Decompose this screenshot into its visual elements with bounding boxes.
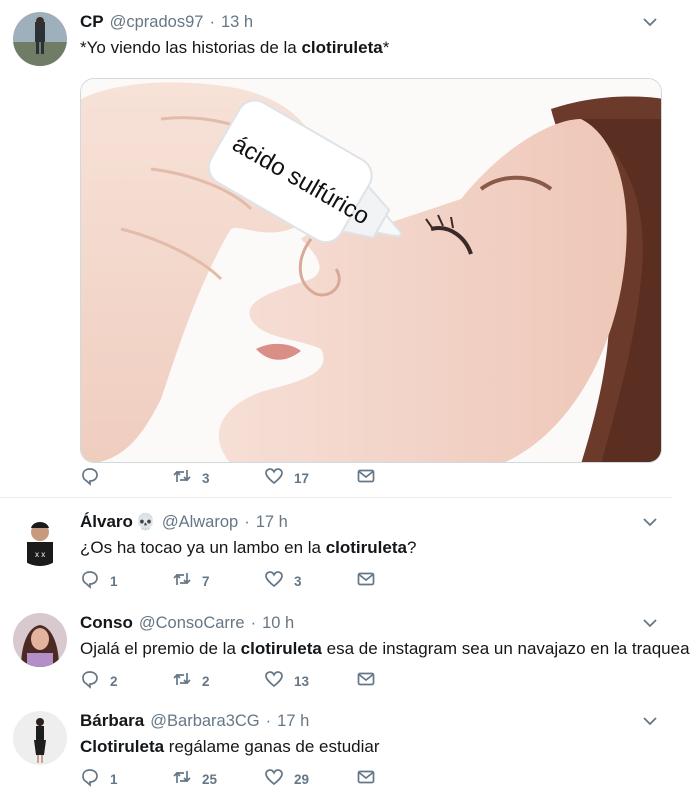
retweet-icon	[172, 767, 192, 792]
tweet-media-image[interactable]: ácido sulfúrico	[80, 78, 662, 463]
user-name[interactable]: CP	[80, 12, 104, 32]
user-handle[interactable]: @cprados97	[110, 13, 204, 32]
separator-dot: ·	[250, 614, 257, 632]
tweet-actions: 3 17	[80, 467, 400, 489]
chevron-down-icon[interactable]	[642, 615, 658, 631]
reply-icon	[80, 669, 100, 694]
timestamp[interactable]: 10 h	[262, 614, 294, 633]
message-button[interactable]	[356, 670, 376, 692]
text-part: ¿Os ha tocao ya un lambo en la	[80, 538, 326, 557]
tweet-barbara: Bárbara @Barbara3CG · 17 h Clotiruleta r…	[0, 711, 672, 791]
reply-count: 1	[110, 573, 118, 589]
reply-icon	[80, 569, 100, 594]
text-part: *	[382, 38, 390, 57]
retweet-count: 3	[202, 470, 210, 486]
heart-icon	[264, 569, 284, 594]
user-name[interactable]: Conso	[80, 613, 133, 633]
chevron-down-icon[interactable]	[642, 514, 658, 530]
user-name[interactable]: Bárbara	[80, 711, 144, 731]
retweet-count: 2	[202, 673, 210, 689]
tweet-cp: CP @cprados97 · 13 h *Yo viendo las hist…	[0, 12, 672, 492]
heart-icon	[264, 669, 284, 694]
timestamp[interactable]: 17 h	[256, 513, 288, 532]
timestamp[interactable]: 13 h	[221, 13, 253, 32]
envelope-icon	[356, 669, 376, 694]
user-name[interactable]: Álvaro	[80, 512, 133, 532]
message-button[interactable]	[356, 467, 376, 489]
user-handle[interactable]: @Barbara3CG	[150, 712, 259, 731]
tweet-header: Bárbara @Barbara3CG · 17 h	[80, 711, 309, 735]
avatar[interactable]	[13, 613, 67, 667]
tweet-text: ¿Os ha tocao ya un lambo en la clotirule…	[80, 538, 416, 558]
like-button[interactable]: 13	[264, 670, 309, 692]
avatar[interactable]	[13, 711, 67, 765]
reply-icon	[80, 466, 100, 491]
message-button[interactable]	[356, 570, 376, 592]
like-count: 3	[294, 573, 302, 589]
avatar[interactable]	[13, 12, 67, 66]
tweet-header: Conso @ConsoCarre · 10 h	[80, 613, 294, 637]
reply-button[interactable]: 1	[80, 570, 118, 592]
highlighted-keyword[interactable]: Clotiruleta	[80, 737, 164, 756]
reply-icon	[80, 767, 100, 792]
retweet-button[interactable]: 3	[172, 467, 210, 489]
envelope-icon	[356, 569, 376, 594]
like-button[interactable]: 17	[264, 467, 309, 489]
like-count: 29	[294, 771, 310, 787]
retweet-button[interactable]: 2	[172, 670, 210, 692]
text-part: regálame ganas de estudiar	[164, 737, 380, 756]
tweet-actions: 1 25 29	[80, 768, 400, 790]
chevron-down-icon[interactable]	[642, 14, 658, 30]
reply-button[interactable]: 2	[80, 670, 118, 692]
tweet-text: *Yo viendo las historias de la clotirule…	[80, 38, 389, 58]
like-button[interactable]: 3	[264, 570, 302, 592]
divider	[0, 497, 672, 498]
text-part: ?	[406, 538, 417, 557]
like-count: 17	[294, 470, 310, 486]
like-button[interactable]: 29	[264, 768, 309, 790]
highlighted-keyword[interactable]: clotiruleta	[326, 538, 407, 557]
retweet-icon	[172, 466, 192, 491]
skull-icon: 💀	[135, 514, 156, 531]
retweet-count: 7	[202, 573, 210, 589]
heart-icon	[264, 466, 284, 491]
text-part: *Yo viendo las historias de la	[80, 38, 302, 57]
like-count: 13	[294, 673, 310, 689]
tweet-header: Álvaro 💀 @Alwarop · 17 h	[80, 512, 288, 536]
timestamp[interactable]: 17 h	[277, 712, 309, 731]
envelope-icon	[356, 466, 376, 491]
separator-dot: ·	[244, 513, 250, 531]
highlighted-keyword[interactable]: clotiruleta	[241, 639, 322, 658]
envelope-icon	[356, 767, 376, 792]
user-handle[interactable]: @ConsoCarre	[139, 614, 245, 633]
reply-count: 1	[110, 771, 118, 787]
tweet-text: Ojalá el premio de la clotiruleta esa de…	[80, 639, 690, 659]
reply-button[interactable]: 1	[80, 768, 118, 790]
user-handle[interactable]: @Alwarop	[162, 513, 238, 532]
text-part: esa de instagram sea un navajazo en la t…	[321, 639, 690, 658]
tweet-conso: Conso @ConsoCarre · 10 h Ojalá el premio…	[0, 613, 690, 693]
separator-dot: ·	[209, 13, 215, 31]
reply-count: 2	[110, 673, 118, 689]
reply-button[interactable]	[80, 467, 100, 489]
svg-text:x x: x x	[35, 550, 45, 559]
avatar[interactable]: x x	[13, 512, 67, 566]
tweet-actions: 1 7 3	[80, 570, 400, 592]
retweet-button[interactable]: 7	[172, 570, 210, 592]
heart-icon	[264, 767, 284, 792]
chevron-down-icon[interactable]	[642, 713, 658, 729]
retweet-icon	[172, 669, 192, 694]
message-button[interactable]	[356, 768, 376, 790]
tweet-text: Clotiruleta regálame ganas de estudiar	[80, 737, 380, 757]
separator-dot: ·	[265, 712, 272, 730]
retweet-icon	[172, 569, 192, 594]
tweet-alvaro: x x Álvaro 💀 @Alwarop · 17 h ¿Os ha toca…	[0, 512, 672, 592]
tweet-actions: 2 2 13	[80, 670, 400, 692]
retweet-button[interactable]: 25	[172, 768, 217, 790]
tweet-header: CP @cprados97 · 13 h	[80, 12, 253, 36]
retweet-count: 25	[202, 771, 218, 787]
text-part: Ojalá el premio de la	[80, 639, 241, 658]
highlighted-keyword[interactable]: clotiruleta	[301, 38, 382, 57]
